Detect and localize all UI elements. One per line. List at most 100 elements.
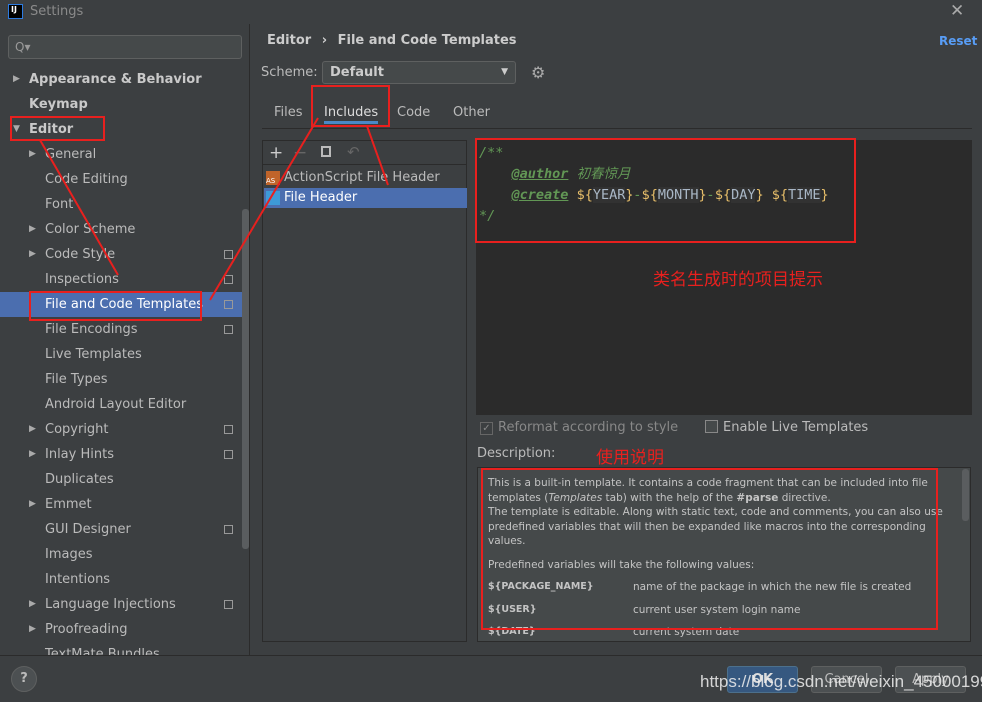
project-scope-icon — [224, 525, 233, 534]
sidebar-item[interactable]: ▶ Copyright — [0, 417, 240, 442]
sidebar-item-label: Inspections — [45, 272, 119, 287]
list-item-label: ActionScript File Header — [284, 170, 440, 185]
author-value: 初春惊月 — [576, 166, 631, 182]
sidebar-item[interactable]: GUI Designer — [0, 517, 240, 542]
chevron-right-icon[interactable]: ▶ — [29, 442, 36, 467]
help-button[interactable]: ? — [11, 666, 37, 692]
sidebar-item[interactable]: Images — [0, 542, 240, 567]
sidebar-item[interactable]: File and Code Templates — [0, 292, 249, 317]
sidebar-item-label: Emmet — [45, 497, 92, 512]
search-input[interactable]: Q▾ — [8, 35, 242, 59]
sidebar-item[interactable]: ▼ Editor — [0, 117, 240, 142]
variables-table: ${PACKAGE_NAME} name of the package in wh… — [488, 580, 960, 640]
chevron-right-icon[interactable]: ▶ — [29, 492, 36, 517]
copy-icon[interactable] — [321, 146, 331, 157]
watermark: https://blog.csdn.net/weixin_45000199 — [700, 672, 982, 691]
variable-row: ${PACKAGE_NAME} name of the package in wh… — [488, 580, 960, 595]
tab-other[interactable]: Other — [453, 102, 490, 124]
sidebar-item-label: Live Templates — [45, 347, 142, 362]
project-scope-icon — [224, 300, 233, 309]
list-item-selected[interactable]: File Header — [264, 188, 467, 208]
author-tag: @author — [511, 166, 569, 182]
var-day: DAY — [731, 187, 756, 203]
chevron-right-icon[interactable]: ▶ — [29, 142, 36, 167]
chevron-right-icon[interactable]: ▶ — [29, 592, 36, 617]
revert-icon[interactable]: ↶ — [347, 143, 360, 161]
breadcrumb-editor[interactable]: Editor — [267, 33, 311, 48]
reformat-checkbox[interactable]: ✓ Reformat according to style — [480, 420, 678, 435]
chevron-right-icon[interactable]: ▶ — [29, 417, 36, 442]
sidebar-item[interactable]: ▶ Proofreading — [0, 617, 240, 642]
chevron-down-icon[interactable]: ▼ — [13, 117, 20, 142]
sidebar-item[interactable]: File Types — [0, 367, 240, 392]
close-icon[interactable]: ✕ — [950, 1, 964, 21]
list-toolbar-divider — [263, 164, 466, 165]
file-icon — [266, 191, 280, 205]
comment-open: /** — [479, 145, 504, 161]
sidebar-item[interactable]: Intentions — [0, 567, 240, 592]
sidebar-item[interactable]: Inspections — [0, 267, 240, 292]
chevron-right-icon[interactable]: ▶ — [29, 617, 36, 642]
variable-name: ${USER} — [488, 603, 537, 615]
add-icon[interactable]: + — [269, 143, 283, 163]
sidebar-item-label: Inlay Hints — [45, 447, 114, 462]
sidebar-item[interactable]: File Encodings — [0, 317, 240, 342]
sidebar-item-label: GUI Designer — [45, 522, 131, 537]
sidebar-item[interactable]: ▶ Inlay Hints — [0, 442, 240, 467]
sidebar-item[interactable]: Android Layout Editor — [0, 392, 240, 417]
description-label: Description: — [477, 446, 556, 461]
sidebar-item[interactable]: ▶ Appearance & Behavior — [0, 67, 240, 92]
scheme-label: Scheme: — [261, 65, 318, 80]
settings-sidebar: Q▾ ▶ Appearance & Behavior Keymap ▼ Editor ▶ G… — [0, 24, 250, 655]
sidebar-item-label: File and Code Templates — [45, 297, 203, 312]
variable-desc: current system date — [633, 626, 740, 638]
live-templates-label: Enable Live Templates — [723, 420, 869, 435]
variable-name: ${PACKAGE_NAME} — [488, 581, 594, 592]
list-item[interactable]: AS ActionScript File Header — [264, 168, 467, 188]
sidebar-scrollbar[interactable] — [242, 209, 249, 549]
reformat-label: Reformat according to style — [498, 420, 679, 435]
project-scope-icon — [224, 250, 233, 259]
chevron-right-icon[interactable]: ▶ — [29, 242, 36, 267]
sidebar-item[interactable]: ▶ General — [0, 142, 240, 167]
variable-row: ${DATE} current system date — [488, 625, 960, 640]
sidebar-item[interactable]: ▶ Emmet — [0, 492, 240, 517]
sidebar-item[interactable]: Code Editing — [0, 167, 240, 192]
list-item-label: File Header — [284, 190, 358, 205]
sidebar-item[interactable]: Duplicates — [0, 467, 240, 492]
tab-code[interactable]: Code — [397, 102, 430, 124]
remove-icon[interactable]: − — [293, 143, 307, 163]
sidebar-item[interactable]: ▶ Code Style — [0, 242, 240, 267]
sidebar-item-label: Code Style — [45, 247, 116, 262]
project-scope-icon — [224, 325, 233, 334]
chevron-right-icon[interactable]: ▶ — [13, 67, 20, 92]
chevron-down-icon: ▼ — [501, 67, 508, 77]
scheme-select[interactable]: Default ▼ — [322, 61, 516, 84]
description-scrollbar[interactable] — [962, 469, 969, 521]
project-scope-icon — [224, 600, 233, 609]
sidebar-item-label: Keymap — [29, 97, 88, 112]
sidebar-item[interactable]: TextMate Bundles — [0, 642, 240, 655]
bottom-bar: ? OK Cancel Apply https://blog.csdn.net/… — [0, 655, 982, 702]
project-scope-icon — [224, 275, 233, 284]
breadcrumb: Editor › File and Code Templates — [267, 33, 517, 48]
live-templates-checkbox[interactable]: Enable Live Templates — [705, 420, 868, 435]
sidebar-item[interactable]: Keymap — [0, 92, 240, 117]
editor-annotation: 类名生成时的项目提示 — [653, 270, 823, 290]
tab-files[interactable]: Files — [274, 102, 303, 124]
sidebar-item-label: Font — [45, 197, 74, 212]
reset-link[interactable]: Reset — [939, 34, 977, 48]
project-scope-icon — [224, 450, 233, 459]
sidebar-item[interactable]: Font — [0, 192, 240, 217]
sidebar-item-label: General — [45, 147, 97, 162]
title-bar: IJ Settings ✕ — [0, 0, 982, 24]
tab-includes[interactable]: Includes — [324, 102, 379, 124]
variable-name: ${DATE} — [488, 626, 536, 637]
gear-icon[interactable]: ⚙ — [531, 63, 545, 82]
sidebar-item[interactable]: Live Templates — [0, 342, 240, 367]
description-p1: This is a built-in template. It contains… — [488, 477, 928, 504]
sidebar-item[interactable]: ▶ Color Scheme — [0, 217, 240, 242]
variable-desc: name of the package in which the new fil… — [633, 581, 912, 593]
sidebar-item[interactable]: ▶ Language Injections — [0, 592, 240, 617]
chevron-right-icon[interactable]: ▶ — [29, 217, 36, 242]
